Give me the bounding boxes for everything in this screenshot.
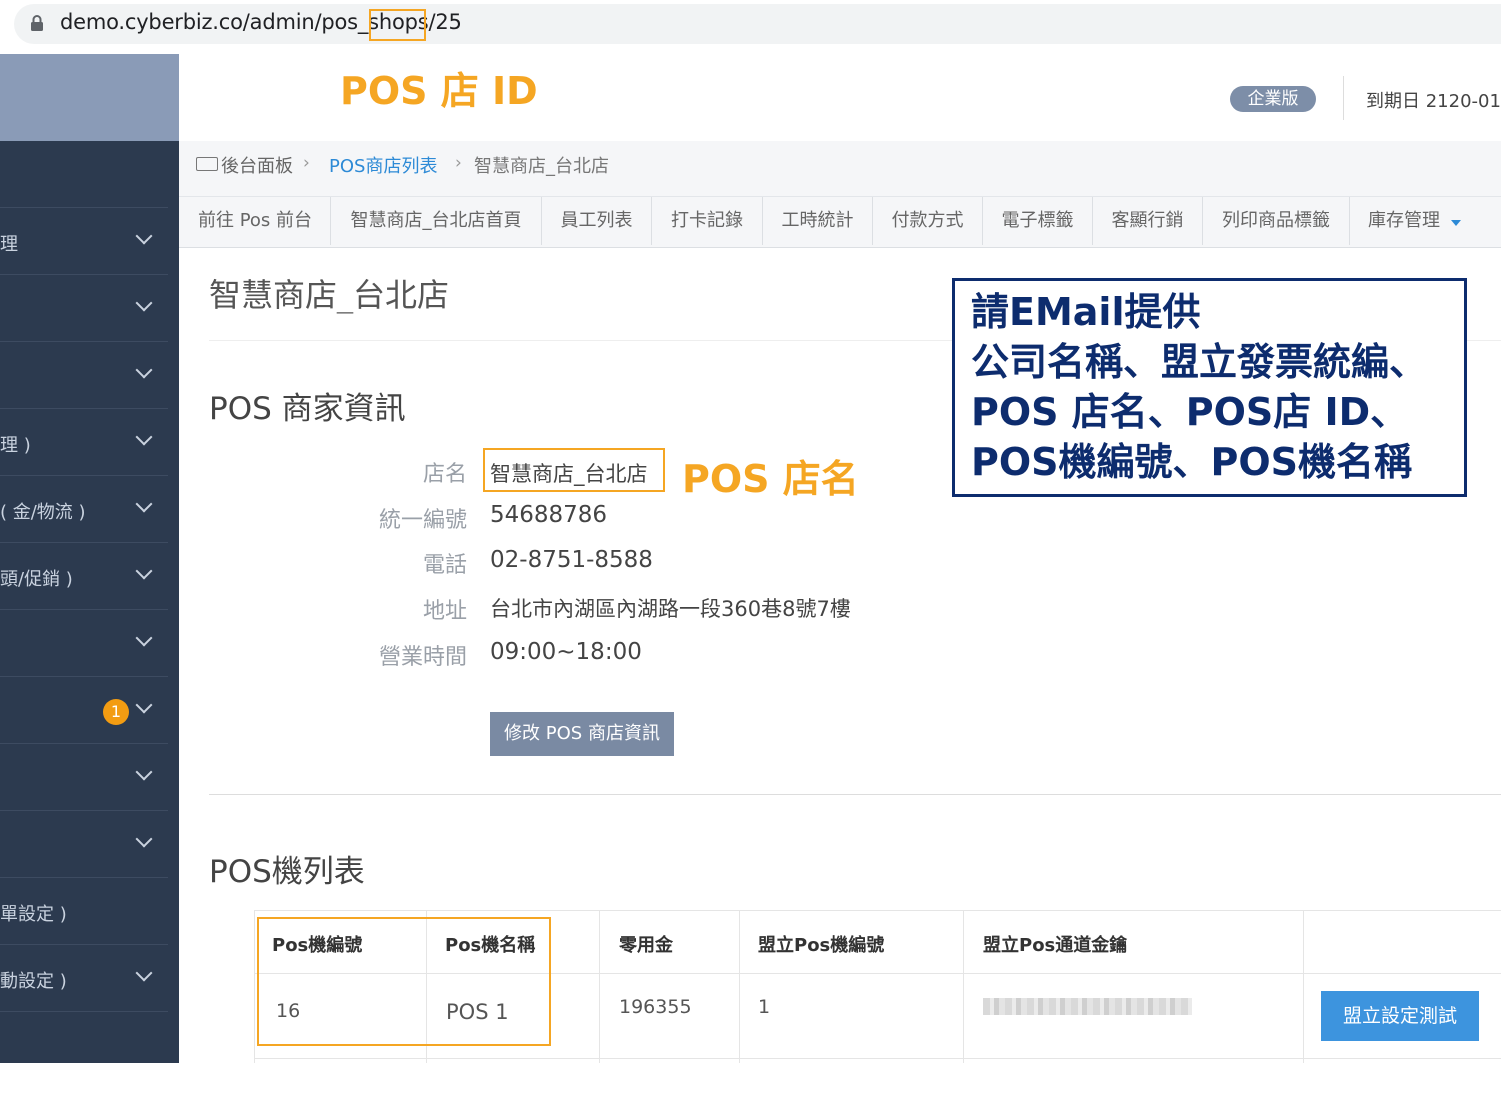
keyboard-icon [196, 157, 218, 171]
field-value-phone: 02-8751-8588 [490, 547, 653, 573]
store-name-highlight [483, 448, 665, 492]
tab-employees[interactable]: 員工列表 [542, 197, 652, 245]
tab-pos-frontend[interactable]: 前往 Pos 前台 [180, 197, 331, 245]
column-header-ml-pos-id: 盟立Pos機編號 [758, 935, 885, 956]
note-line: POS機編號、POS機名稱 [971, 440, 1413, 484]
pos-id-annotation: POS 店 ID [340, 69, 538, 113]
cell-petty-cash: 196355 [619, 996, 692, 1018]
page-bottom [0, 1063, 1501, 1105]
breadcrumb-separator: › [303, 153, 310, 173]
test-settings-button[interactable]: 盟立設定測試 [1321, 991, 1479, 1041]
notification-badge: 1 [103, 699, 129, 725]
field-label-address: 地址 [422, 599, 467, 624]
edit-store-button[interactable]: 修改 POS 商店資訊 [490, 712, 674, 756]
field-label-phone: 電話 [422, 553, 467, 578]
lock-icon [31, 15, 43, 31]
sidebar-item[interactable] [0, 744, 168, 811]
field-value-hours: 09:00~18:00 [490, 639, 642, 665]
chevron-down-icon [135, 629, 153, 647]
plan-badge: 企業版 [1230, 86, 1316, 112]
field-label-name: 店名 [422, 462, 467, 487]
sidebar-item[interactable]: 頭/促銷 ) [0, 543, 168, 610]
url-id-highlight [369, 9, 426, 41]
chevron-down-icon [135, 495, 153, 513]
tab-inventory[interactable]: 庫存管理 [1350, 197, 1460, 245]
chevron-down-icon [135, 696, 153, 714]
chevron-down-icon [135, 830, 153, 848]
tab-store-home[interactable]: 智慧商店_台北店首頁 [331, 197, 542, 245]
tab-print-labels[interactable]: 列印商品標籤 [1203, 197, 1350, 245]
sidebar-logo-area [0, 54, 179, 141]
divider [209, 794, 1501, 795]
breadcrumb-separator: › [455, 153, 462, 173]
chevron-down-icon [135, 562, 153, 580]
sidebar-item[interactable]: 理 ) [0, 409, 168, 476]
cell-ml-pos-id: 1 [758, 996, 771, 1018]
sidebar-item[interactable]: 1 [0, 677, 168, 744]
note-line: 公司名稱、盟立發票統編、 [971, 340, 1428, 384]
column-header-petty-cash: 零用金 [619, 935, 673, 956]
sidebar-item[interactable]: ( 金/物流 ) [0, 476, 168, 543]
tab-e-labels[interactable]: 電子標籤 [983, 197, 1093, 245]
note-line: POS 店名、POS店 ID、 [971, 390, 1409, 434]
breadcrumb-home[interactable]: 後台面板 [221, 152, 293, 178]
column-divider [963, 910, 964, 1063]
section-heading-info: POS 商家資訊 [209, 391, 406, 427]
instruction-note: 請EMail提供 公司名稱、盟立發票統編、 POS 店名、POS店 ID、 PO… [952, 278, 1467, 497]
pos-machine-highlight [257, 917, 551, 1046]
chevron-down-icon [135, 227, 153, 245]
field-value-tax-id: 54688786 [490, 502, 608, 528]
sidebar-item[interactable] [0, 141, 168, 208]
chevron-down-icon [135, 294, 153, 312]
breadcrumb-pos-list[interactable]: POS商店列表 [329, 152, 437, 178]
sidebar-item[interactable] [0, 610, 168, 677]
sidebar-item[interactable] [0, 342, 168, 409]
header-divider [1343, 76, 1344, 120]
row-divider [254, 1058, 1501, 1059]
tab-customer-display[interactable]: 客顯行銷 [1093, 197, 1203, 245]
column-divider [739, 910, 740, 1063]
sidebar-item[interactable] [0, 811, 168, 878]
sidebar: 理 理 ) ( 金/物流 ) 頭/促銷 ) 1 單設定 ) 動設定 ) [0, 141, 179, 1063]
column-divider [1303, 910, 1304, 1063]
chevron-down-icon [135, 361, 153, 379]
tab-payment-methods[interactable]: 付款方式 [873, 197, 983, 245]
sidebar-item[interactable]: 單設定 ) [0, 878, 168, 945]
page-title: 智慧商店_台北店 [209, 276, 450, 314]
field-label-tax-id: 統一編號 [378, 508, 467, 533]
chevron-down-icon [135, 763, 153, 781]
breadcrumb-current: 智慧商店_台北店 [474, 156, 609, 177]
section-heading-list: POS機列表 [209, 854, 365, 890]
expiry-date: 到期日 2120-01 [1366, 91, 1501, 112]
note-line: 請EMail提供 [971, 290, 1201, 334]
column-divider [599, 910, 600, 1063]
column-header-ml-key: 盟立Pos通道金鑰 [983, 935, 1128, 956]
chevron-down-icon [135, 428, 153, 446]
chevron-down-icon [135, 964, 153, 982]
caret-down-icon [1451, 220, 1461, 226]
sidebar-item[interactable] [0, 275, 168, 342]
tab-clock-records[interactable]: 打卡記錄 [652, 197, 763, 245]
pos-name-annotation: POS 店名 [682, 457, 859, 501]
tab-hours-stats[interactable]: 工時統計 [763, 197, 873, 245]
sidebar-item[interactable]: 動設定 ) [0, 945, 168, 1012]
blurred-key [983, 998, 1192, 1015]
field-value-address: 台北市內湖區內湖路一段360巷8號7樓 [490, 597, 851, 621]
field-label-hours: 營業時間 [378, 645, 467, 670]
sidebar-item[interactable]: 理 [0, 208, 168, 275]
